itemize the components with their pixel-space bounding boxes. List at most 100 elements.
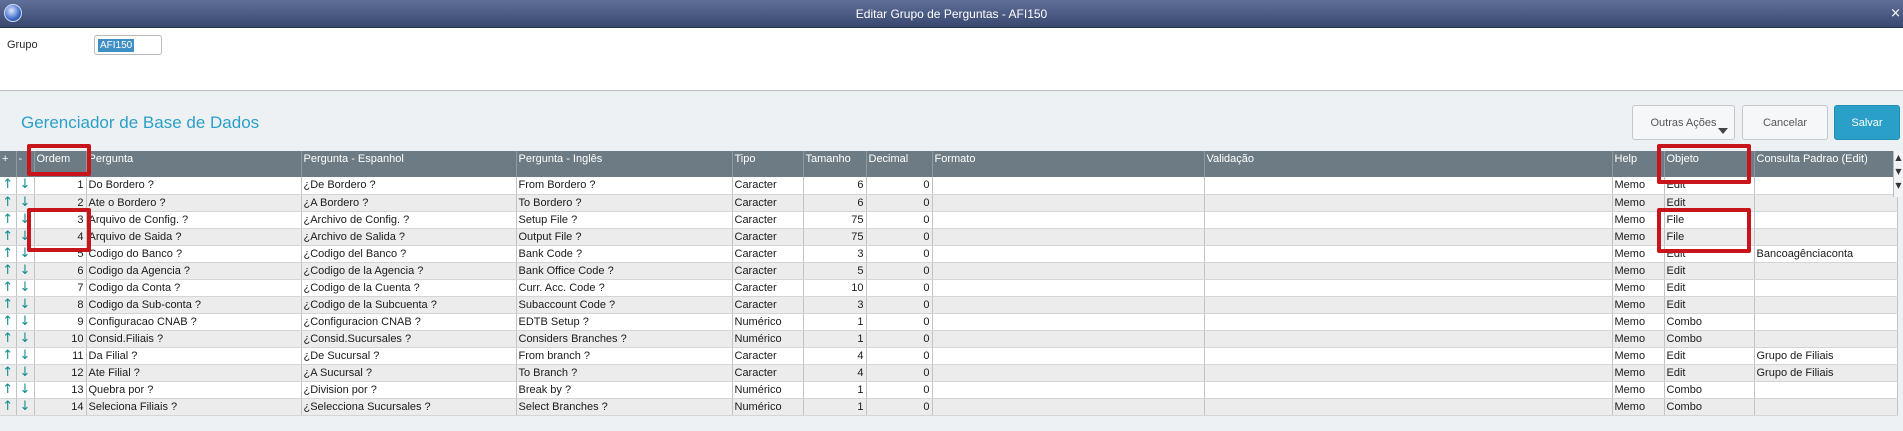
table-row[interactable]: ↑ ↓ 12 Ate Filial ? ¿A Sucursal ? To Branch ?…	[0, 364, 1898, 382]
cell-objeto[interactable]: Combo	[1664, 398, 1755, 416]
cell-consulta-padrao[interactable]	[1754, 194, 1898, 212]
cell-objeto[interactable]: File	[1664, 211, 1755, 229]
table-row[interactable]: ↑ ↓ 3 Arquivo de Config. ? ¿Archivo de Confi…	[0, 211, 1898, 229]
cell-tipo[interactable]: Caracter	[732, 279, 804, 297]
cell-formato[interactable]	[932, 398, 1205, 416]
cell-decimal[interactable]: 0	[866, 330, 933, 348]
cell-tipo[interactable]: Numérico	[732, 330, 804, 348]
cell-pergunta-espanhol[interactable]: ¿Codigo de la Cuenta ?	[301, 279, 517, 297]
cell-consulta-padrao[interactable]	[1754, 398, 1898, 416]
cell-pergunta-ingles[interactable]: Curr. Acc. Code ?	[516, 279, 733, 297]
column-header-0[interactable]: +	[0, 151, 17, 177]
cell-pergunta-ingles[interactable]: Considers Branches ?	[516, 330, 733, 348]
cell-pergunta-espanhol[interactable]: ¿A Bordero ?	[301, 194, 517, 212]
arrow-up-icon[interactable]: ↑	[0, 245, 17, 263]
cell-decimal[interactable]: 0	[866, 262, 933, 280]
cell-consulta-padrao[interactable]	[1754, 177, 1898, 195]
cell-decimal[interactable]: 0	[866, 177, 933, 195]
cell-formato[interactable]	[932, 194, 1205, 212]
cell-pergunta-espanhol[interactable]: ¿Archivo de Config. ?	[301, 211, 517, 229]
cell-pergunta-espanhol[interactable]: ¿Selecciona Sucursales ?	[301, 398, 517, 416]
arrow-down-icon[interactable]: ↓	[16, 211, 35, 229]
cell-tamanho[interactable]: 75	[803, 211, 867, 229]
cell-objeto[interactable]: Edit	[1664, 245, 1755, 263]
table-row[interactable]: ↑ ↓ 1 Do Bordero ? ¿De Bordero ? From Bordero…	[0, 177, 1898, 195]
cell-ordem[interactable]: 5	[34, 245, 87, 263]
cell-tamanho[interactable]: 1	[803, 398, 867, 416]
cell-consulta-padrao[interactable]: Grupo de Filiais	[1754, 347, 1898, 365]
cell-decimal[interactable]: 0	[866, 279, 933, 297]
arrow-down-icon[interactable]: ↓	[16, 313, 35, 331]
cell-objeto[interactable]: Edit	[1664, 262, 1755, 280]
cell-validacao[interactable]	[1204, 296, 1613, 314]
cell-tipo[interactable]: Caracter	[732, 347, 804, 365]
arrow-down-icon[interactable]: ↓	[16, 228, 35, 246]
cell-tipo[interactable]: Caracter	[732, 211, 804, 229]
cell-tipo[interactable]: Caracter	[732, 364, 804, 382]
arrow-up-icon[interactable]: ↑	[0, 313, 17, 331]
cell-tipo[interactable]: Caracter	[732, 194, 804, 212]
cell-pergunta[interactable]: Arquivo de Saida ?	[86, 228, 302, 246]
column-header-2[interactable]: Ordem	[34, 151, 87, 177]
cell-tipo[interactable]: Caracter	[732, 296, 804, 314]
cell-formato[interactable]	[932, 245, 1205, 263]
cell-pergunta[interactable]: Arquivo de Config. ?	[86, 211, 302, 229]
cell-validacao[interactable]	[1204, 228, 1613, 246]
cell-decimal[interactable]: 0	[866, 245, 933, 263]
cell-consulta-padrao[interactable]	[1754, 313, 1898, 331]
cell-validacao[interactable]	[1204, 177, 1613, 195]
cell-formato[interactable]	[932, 330, 1205, 348]
cell-formato[interactable]	[932, 211, 1205, 229]
table-row[interactable]: ↑ ↓ 6 Codigo da Agencia ? ¿Codigo de la Agen…	[0, 262, 1898, 280]
cell-pergunta-ingles[interactable]: EDTB Setup ?	[516, 313, 733, 331]
cell-help[interactable]: Memo	[1612, 228, 1665, 246]
cell-help[interactable]: Memo	[1612, 194, 1665, 212]
column-header-3[interactable]: Pergunta	[86, 151, 302, 177]
cell-ordem[interactable]: 8	[34, 296, 87, 314]
cell-ordem[interactable]: 13	[34, 381, 87, 399]
arrow-up-icon[interactable]: ↑	[0, 262, 17, 280]
cell-tamanho[interactable]: 1	[803, 313, 867, 331]
cell-decimal[interactable]: 0	[866, 398, 933, 416]
arrow-up-icon[interactable]: ↑	[0, 177, 17, 195]
cell-decimal[interactable]: 0	[866, 364, 933, 382]
cell-objeto[interactable]: Combo	[1664, 313, 1755, 331]
scroll-middle-icon[interactable]: ▼	[1894, 165, 1903, 179]
cell-consulta-padrao[interactable]	[1754, 211, 1898, 229]
arrow-down-icon[interactable]: ↓	[16, 262, 35, 280]
cell-ordem[interactable]: 6	[34, 262, 87, 280]
arrow-up-icon[interactable]: ↑	[0, 398, 17, 416]
table-row[interactable]: ↑ ↓ 8 Codigo da Sub-conta ? ¿Codigo de la Su…	[0, 296, 1898, 314]
cell-objeto[interactable]: Edit	[1664, 177, 1755, 195]
cell-decimal[interactable]: 0	[866, 228, 933, 246]
table-row[interactable]: ↑ ↓ 9 Configuracao CNAB ? ¿Configuracion CNA…	[0, 313, 1898, 331]
cell-validacao[interactable]	[1204, 313, 1613, 331]
cell-validacao[interactable]	[1204, 381, 1613, 399]
arrow-down-icon[interactable]: ↓	[16, 245, 35, 263]
cell-help[interactable]: Memo	[1612, 364, 1665, 382]
group-field[interactable]: AFI150	[94, 35, 162, 55]
cell-pergunta[interactable]: Do Bordero ?	[86, 177, 302, 195]
cell-ordem[interactable]: 14	[34, 398, 87, 416]
cell-pergunta-ingles[interactable]: Bank Office Code ?	[516, 262, 733, 280]
cell-tamanho[interactable]: 5	[803, 262, 867, 280]
arrow-down-icon[interactable]: ↓	[16, 194, 35, 212]
cell-help[interactable]: Memo	[1612, 313, 1665, 331]
cell-validacao[interactable]	[1204, 262, 1613, 280]
arrow-up-icon[interactable]: ↑	[0, 330, 17, 348]
cell-pergunta-ingles[interactable]: To Bordero ?	[516, 194, 733, 212]
cell-validacao[interactable]	[1204, 211, 1613, 229]
cell-formato[interactable]	[932, 313, 1205, 331]
column-header-8[interactable]: Decimal	[866, 151, 933, 177]
arrow-up-icon[interactable]: ↑	[0, 279, 17, 297]
cell-decimal[interactable]: 0	[866, 296, 933, 314]
arrow-up-icon[interactable]: ↑	[0, 228, 17, 246]
cell-ordem[interactable]: 9	[34, 313, 87, 331]
table-row[interactable]: ↑ ↓ 5 Codigo do Banco ? ¿Codigo del Banco ? B…	[0, 245, 1898, 263]
cell-tamanho[interactable]: 4	[803, 347, 867, 365]
cell-tipo[interactable]: Caracter	[732, 245, 804, 263]
cell-pergunta-espanhol[interactable]: ¿Division por ?	[301, 381, 517, 399]
cell-pergunta-ingles[interactable]: Subaccount Code ?	[516, 296, 733, 314]
cell-help[interactable]: Memo	[1612, 262, 1665, 280]
cell-consulta-padrao[interactable]	[1754, 279, 1898, 297]
